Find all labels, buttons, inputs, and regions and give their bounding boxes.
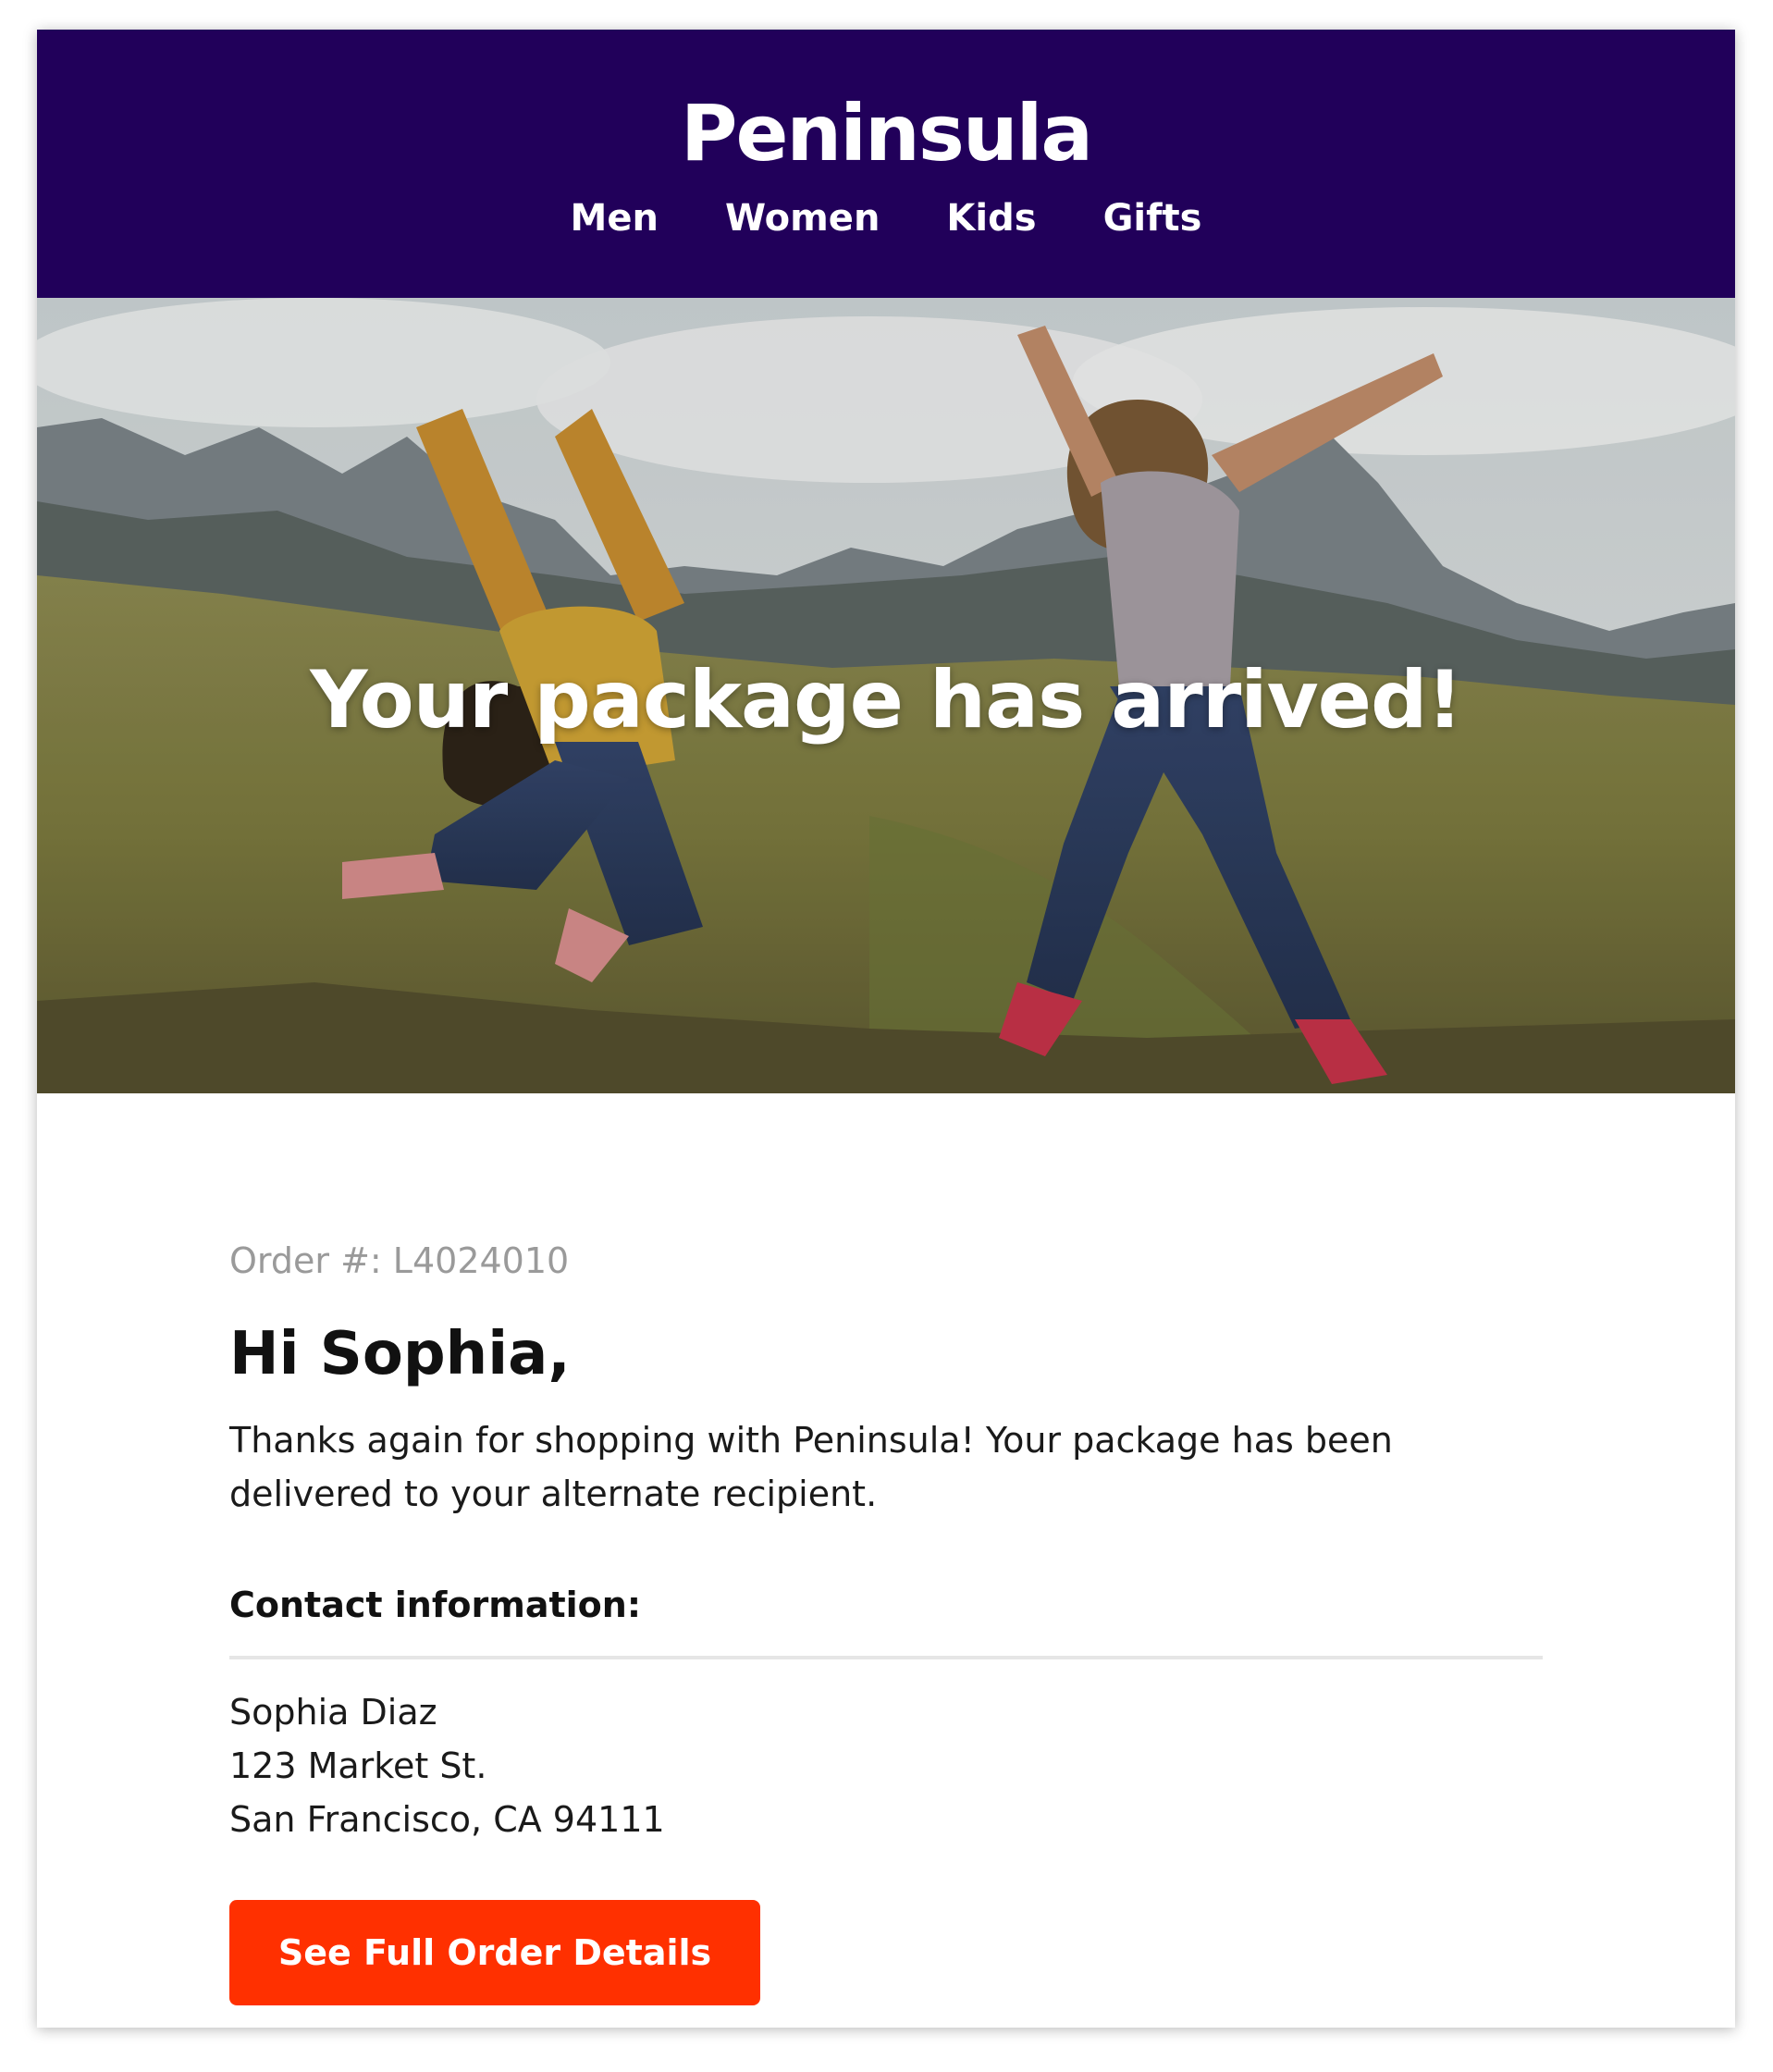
divider [229,1656,1543,1659]
brand-logo[interactable]: Peninsula [37,87,1735,179]
contact-city: San Francisco, CA 94111 [229,1799,665,1840]
nav-link-kids[interactable]: Kids [946,192,1036,244]
greeting-heading: Hi Sophia, [229,1320,571,1388]
nav-link-men[interactable]: Men [571,192,659,244]
body-message: Thanks again for shopping with Peninsula… [229,1420,1393,1514]
main-nav: Men Women Kids Gifts [37,192,1735,244]
contact-name: Sophia Diaz [229,1692,437,1733]
see-full-order-details-button[interactable]: See Full Order Details [229,1900,760,2005]
hero-title: Your package has arrived! [310,654,1463,746]
contact-street: 123 Market St. [229,1745,487,1786]
order-number: Order #: L4024010 [229,1240,570,1281]
email-card: Peninsula Men Women Kids Gifts Your pack… [37,30,1735,2028]
email-header: Peninsula Men Women Kids Gifts [37,30,1735,298]
nav-link-women[interactable]: Women [725,192,880,244]
nav-link-gifts[interactable]: Gifts [1103,192,1202,244]
contact-heading: Contact information: [229,1585,642,1625]
hero-banner: Your package has arrived! [37,298,1735,1093]
